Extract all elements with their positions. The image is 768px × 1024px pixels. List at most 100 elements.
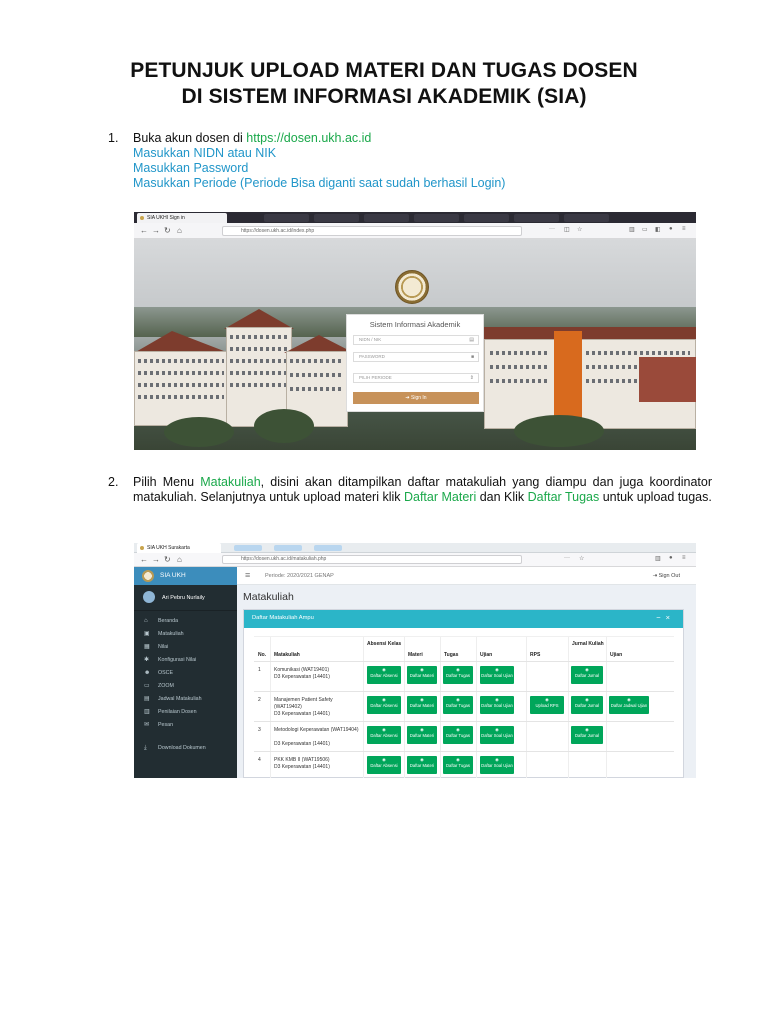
periode-select[interactable]: PILIH PERIODE ⇕ [353, 373, 479, 383]
sidebar-item-nilai[interactable]: ▦ Nilai [134, 641, 237, 654]
daftar-button[interactable]: ◉ Daftar Materi [407, 756, 437, 774]
page-title: Matakuliah [243, 591, 294, 603]
sidebar-item-matakuliah[interactable]: ▣ Matakuliah [134, 628, 237, 641]
sign-out-button[interactable]: ⇥ Sign Out [652, 573, 680, 579]
tab-title: SIA UKH Surakarta [147, 545, 190, 551]
reload-icon[interactable]: ↻ [164, 226, 171, 236]
brand: SIA UKH [134, 567, 237, 585]
row-number: 1 [258, 667, 261, 673]
daftar-button[interactable]: ◉ Daftar Tugas [443, 726, 473, 744]
column-divider [440, 637, 441, 778]
daftar-button[interactable]: ◉ Daftar Absensi [367, 756, 401, 774]
home-icon[interactable]: ⌂ [177, 555, 182, 565]
daftar-button[interactable]: ◉ Daftar Jadwal Ujian [609, 696, 649, 714]
daftar-button[interactable]: ◉ Daftar Soal Ujian [480, 726, 514, 744]
tree [514, 415, 604, 447]
step-number: 2. [108, 475, 119, 489]
forward-icon[interactable]: → [152, 555, 160, 565]
more-icon[interactable]: ··· [549, 226, 555, 232]
sidebar-item-label: Konfigurasi Nilai [158, 657, 197, 663]
windows [230, 371, 288, 375]
forward-icon[interactable]: → [152, 226, 160, 236]
sidebar-item-konfigurasi-nilai[interactable]: ✱ Konfigurasi Nilai [134, 654, 237, 667]
windows [230, 359, 288, 363]
star-icon[interactable]: ☆ [579, 555, 584, 562]
sidebar-icon[interactable]: ▭ [642, 226, 648, 233]
sign-in-button[interactable]: ➔ Sign In [353, 392, 479, 404]
daftar-button[interactable]: ◉ Daftar Jurnal [571, 696, 603, 714]
back-icon[interactable]: ← [140, 226, 148, 236]
daftar-button[interactable]: ◉ Daftar Materi [407, 696, 437, 714]
sidebar-item-beranda[interactable]: ⌂ Beranda [134, 615, 237, 628]
close-icon[interactable]: × [666, 613, 675, 622]
tree [254, 409, 314, 443]
daftar-button[interactable]: ◉ Daftar Jurnal [571, 726, 603, 744]
periode-label: Periode: 2020/2021 GENAP [265, 573, 334, 579]
daftar-button[interactable]: ◉ Daftar Soal Ujian [480, 696, 514, 714]
browser-tab-ghost [314, 214, 359, 222]
daftar-button[interactable]: ◉ Daftar Materi [407, 666, 437, 684]
pocket-icon[interactable]: ◫ [564, 226, 570, 233]
periode-placeholder: PILIH PERIODE [359, 375, 392, 380]
extension-icon[interactable]: ● [669, 555, 673, 561]
table-header: No. [258, 652, 267, 658]
daftar-button[interactable]: ◉ Daftar Tugas [443, 756, 473, 774]
home-icon: ⌂ [144, 618, 148, 624]
matakuliah-screenshot: SIA UKH Surakarta ← → ↻ ⌂ https://dosen.… [134, 543, 696, 778]
more-icon[interactable]: ··· [564, 555, 570, 561]
browser-tabbar: SIA UKHI Sign in [134, 212, 696, 223]
sidebar-item-osce[interactable]: ☻ OSCE [134, 667, 237, 680]
button-label: Daftar Absensi [370, 672, 398, 678]
collapse-icon[interactable]: − [656, 613, 665, 622]
daftar-button[interactable]: ◉ Daftar Materi [407, 726, 437, 744]
daftar-button[interactable]: ◉ Daftar Absensi [367, 726, 401, 744]
step-2-body: Pilih Menu Matakuliah, disini akan ditam… [133, 475, 712, 505]
daftar-button[interactable]: ◉ Daftar Absensi [367, 666, 401, 684]
home-icon[interactable]: ⌂ [177, 226, 182, 236]
red-building [639, 357, 696, 402]
sidebar-item-pesan[interactable]: ✉ Pesan [134, 719, 237, 732]
url-bar[interactable]: https://dosen.ukh.ac.id/index.php [222, 226, 522, 236]
daftar-button[interactable]: ◉ Upload RPS [530, 696, 564, 714]
mail-icon: ✉ [144, 722, 150, 728]
dosen-url-link[interactable]: https://dosen.ukh.ac.id [246, 131, 371, 145]
sidebar-item-download-dokumen[interactable]: ⤓ Download Dokumen [134, 742, 237, 755]
nidn-input[interactable]: NIDN / NIK ▤ [353, 335, 479, 345]
extension-icon[interactable]: ● [669, 226, 673, 232]
screenshot-icon[interactable]: ◧ [655, 226, 661, 233]
back-icon[interactable]: ← [140, 555, 148, 565]
daftar-button[interactable]: ◉ Daftar Soal Ujian [480, 756, 514, 774]
library-icon[interactable]: ▥ [629, 226, 635, 233]
university-logo [395, 270, 429, 304]
sidebar: SIA UKH Ari Pebru Nurlaily ⌂ Beranda ▣ Mata… [134, 567, 237, 778]
button-label: Daftar Soal Ujian [481, 702, 513, 708]
windows [586, 351, 690, 355]
user-name: Ari Pebru Nurlaily [162, 595, 205, 601]
button-label: Daftar Jurnal [575, 702, 599, 708]
daftar-button[interactable]: ◉ Daftar Tugas [443, 666, 473, 684]
url-bar[interactable]: https://dosen.ukh.ac.id/matakuliah.php [222, 555, 522, 564]
table-header: Tugas [444, 652, 459, 658]
sidebar-item-zoom[interactable]: ▭ ZOOM [134, 680, 237, 693]
download-icon: ⤓ [144, 745, 147, 751]
menu-icon[interactable]: ≡ [682, 226, 686, 232]
daftar-button[interactable]: ◉ Daftar Jurnal [571, 666, 603, 684]
step-1-text: Buka akun dosen di [133, 131, 247, 145]
menu-icon[interactable]: ≡ [682, 555, 686, 561]
daftar-button[interactable]: ◉ Daftar Tugas [443, 696, 473, 714]
sidebar-item-penilaian-dosen[interactable]: ▥ Penilaian Dosen [134, 706, 237, 719]
button-label: Daftar Jurnal [575, 732, 599, 738]
daftar-button[interactable]: ◉ Daftar Soal Ujian [480, 666, 514, 684]
favicon-icon [140, 216, 144, 220]
browser-tab-ghost [514, 214, 559, 222]
sign-in-label: Sign In [411, 395, 427, 401]
star-icon[interactable]: ☆ [577, 226, 582, 233]
library-icon[interactable]: ▥ [655, 555, 661, 562]
daftar-button[interactable]: ◉ Daftar Absensi [367, 696, 401, 714]
sidebar-item-jadwal-matakuliah[interactable]: ▤ Jadwal Matakuliah [134, 693, 237, 706]
reload-icon[interactable]: ↻ [164, 555, 171, 565]
password-input[interactable]: PASSWORD ■ [353, 352, 479, 362]
windows [138, 371, 224, 375]
step-2-text: dan Klik [476, 490, 528, 504]
hamburger-icon[interactable]: ≡ [245, 570, 250, 580]
